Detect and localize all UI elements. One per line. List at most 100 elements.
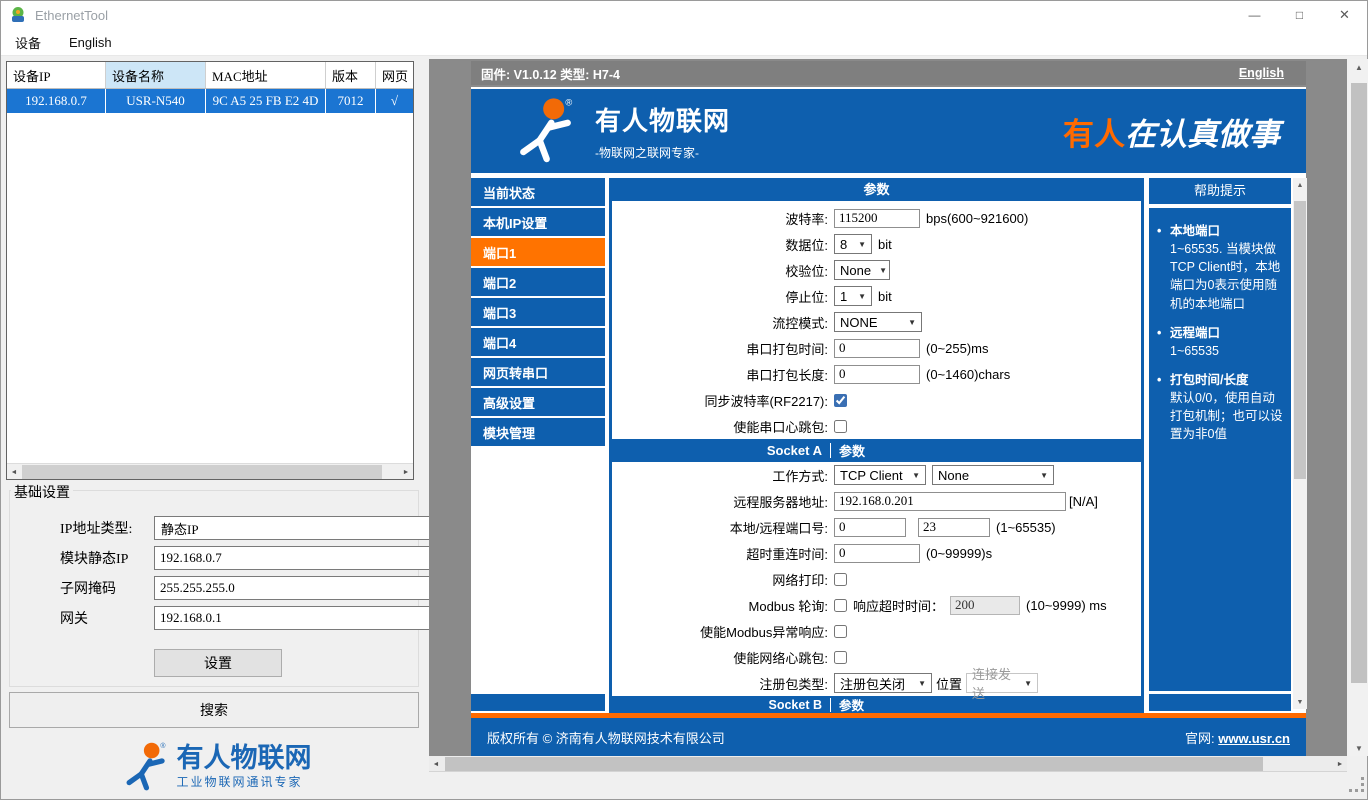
nav-item-port3[interactable]: 端口3 [471, 298, 605, 326]
sync-baud-row: 同步波特率(RF2217): [612, 387, 1141, 413]
modbus-poll-label: Modbus 轮询: [612, 596, 828, 615]
modbus-poll-checkbox[interactable] [834, 599, 847, 612]
scroll-up-icon[interactable]: ▲ [1293, 178, 1307, 192]
nav-item-advanced[interactable]: 高级设置 [471, 388, 605, 416]
banner-subtitle: -物联网之联网专家- [595, 144, 730, 161]
sync-baud-checkbox[interactable] [834, 394, 847, 407]
pack-length-hint: (0~1460)chars [926, 367, 1010, 382]
nav-item-port2[interactable]: 端口2 [471, 268, 605, 296]
minimize-button[interactable]: — [1232, 1, 1277, 29]
site-link[interactable]: www.usr.cn [1218, 731, 1290, 746]
modbus-timeout-label: 响应超时时间： [853, 596, 944, 615]
parity-label: 校验位: [612, 261, 828, 280]
gateway-label: 网关 [60, 608, 88, 628]
col-header-device-ip[interactable]: 设备IP [7, 62, 106, 88]
resize-grip[interactable] [1351, 779, 1367, 795]
reconnect-input[interactable] [834, 544, 920, 563]
device-table-header: 设备IP 设备名称 MAC地址 版本 网页 [7, 62, 413, 89]
pack-time-input[interactable] [834, 339, 920, 358]
maximize-button[interactable]: □ [1277, 1, 1322, 29]
app-window: EthernetTool — □ ✕ 设备 English 设备IP 设备名称 … [0, 0, 1368, 800]
pack-length-input[interactable] [834, 365, 920, 384]
search-button[interactable]: 搜索 [9, 692, 419, 728]
net-print-checkbox[interactable] [834, 573, 847, 586]
cell-mac: 9C A5 25 FB E2 4D [206, 89, 326, 113]
scroll-down-icon[interactable]: ▼ [1349, 740, 1368, 756]
help-item-title: 打包时间/长度 [1170, 371, 1285, 389]
serial-heartbeat-checkbox[interactable] [834, 420, 847, 433]
scroll-left-icon[interactable]: ◄ [429, 756, 443, 772]
modbus-exception-label: 使能Modbus异常响应: [612, 622, 828, 641]
page-content: ® 有人物联网 -物联网之联网专家- 有人在认真做事 当前状态 本机IP设置 端… [471, 87, 1306, 713]
register-pack-select[interactable]: 注册包关闭▼ [834, 673, 932, 693]
nav-item-module-admin[interactable]: 模块管理 [471, 418, 605, 446]
net-heartbeat-checkbox[interactable] [834, 651, 847, 664]
net-heartbeat-label: 使能网络心跳包: [612, 648, 828, 667]
menu-english[interactable]: English [55, 29, 126, 55]
slogan-orange: 有人 [1063, 117, 1125, 152]
window-controls: — □ ✕ [1232, 1, 1367, 29]
modbus-timeout-input[interactable] [950, 596, 1020, 615]
pack-time-hint: (0~255)ms [926, 341, 989, 356]
usr-logo-text: 有人物联网 工业物联网通讯专家 [177, 744, 312, 789]
language-link[interactable]: English [1239, 66, 1284, 80]
menu-device[interactable]: 设备 [1, 29, 55, 55]
flow-control-select[interactable]: NONE▼ [834, 312, 922, 332]
nav-item-port4[interactable]: 端口4 [471, 328, 605, 356]
baud-rate-label: 波特率: [612, 209, 828, 228]
nav-item-local-ip[interactable]: 本机IP设置 [471, 208, 605, 236]
col-header-device-name[interactable]: 设备名称 [106, 62, 206, 88]
work-mode-secondary-select[interactable]: None▼ [932, 465, 1054, 485]
stop-bits-label: 停止位: [612, 287, 828, 306]
firmware-info: 固件: V1.0.12 类型: H7-4 [481, 64, 620, 83]
scroll-right-icon[interactable]: ► [399, 464, 413, 480]
scroll-down-icon[interactable]: ▼ [1293, 695, 1307, 709]
web-link-icon[interactable]: √ [376, 89, 413, 113]
dropdown-arrow-icon: ▼ [904, 471, 920, 480]
col-header-mac[interactable]: MAC地址 [206, 62, 326, 88]
bullet-icon: • [1157, 371, 1170, 444]
scrollbar-thumb[interactable] [22, 465, 382, 479]
stop-bits-hint: bit [878, 289, 892, 304]
reconnect-label: 超时重连时间: [612, 544, 828, 563]
close-button[interactable]: ✕ [1322, 1, 1367, 29]
scrollbar-thumb[interactable] [1351, 83, 1367, 683]
usr-logo-title: 有人物联网 [177, 744, 312, 772]
work-mode-select[interactable]: TCP Client▼ [834, 465, 926, 485]
nav-item-web-to-serial[interactable]: 网页转串口 [471, 358, 605, 386]
basic-settings-title: 基础设置 [11, 482, 73, 502]
browser-vertical-scrollbar[interactable]: ▲ ▼ [1349, 59, 1368, 756]
stop-bits-select[interactable]: 1▼ [834, 286, 872, 306]
table-horizontal-scrollbar[interactable]: ◄ ► [7, 463, 413, 479]
scroll-left-icon[interactable]: ◄ [7, 464, 21, 480]
cell-version: 7012 [326, 89, 376, 113]
baud-rate-input[interactable] [834, 209, 920, 228]
scroll-right-icon[interactable]: ► [1333, 756, 1347, 772]
pack-length-row: 串口打包长度: (0~1460)chars [612, 361, 1141, 387]
data-bits-row: 数据位: 8▼ bit [612, 231, 1141, 257]
data-bits-select[interactable]: 8▼ [834, 234, 872, 254]
col-header-web[interactable]: 网页 [376, 62, 413, 88]
parity-select[interactable]: None▼ [834, 260, 890, 280]
page-vertical-scrollbar[interactable]: ▲ ▼ [1293, 178, 1307, 709]
col-header-version[interactable]: 版本 [326, 62, 376, 88]
local-port-input[interactable] [834, 518, 906, 537]
register-pack-position-select[interactable]: 连接发送▼ [966, 673, 1038, 693]
scrollbar-thumb[interactable] [445, 757, 1263, 771]
flow-control-row: 流控模式: NONE▼ [612, 309, 1141, 335]
table-row[interactable]: 192.168.0.7 USR-N540 9C A5 25 FB E2 4D 7… [7, 89, 413, 113]
nav-item-current-status[interactable]: 当前状态 [471, 178, 605, 206]
remote-port-input[interactable] [918, 518, 990, 537]
help-panel: 帮助提示 • 本地端口1~65535. 当模块做TCP Client时，本地端口… [1149, 178, 1291, 691]
scrollbar-thumb[interactable] [1294, 201, 1306, 479]
banner-text: 有人物联网 -物联网之联网专家- [595, 101, 730, 161]
set-button[interactable]: 设置 [154, 649, 282, 677]
modbus-exception-checkbox[interactable] [834, 625, 847, 638]
remote-address-input[interactable] [834, 492, 1066, 511]
browser-horizontal-scrollbar[interactable]: ◄ ► [429, 756, 1347, 772]
usr-logo: ® 有人物联网 工业物联网通讯专家 [9, 737, 419, 797]
bullet-icon: • [1157, 222, 1170, 313]
nav-item-port1[interactable]: 端口1 [471, 238, 605, 266]
help-title: 帮助提示 [1149, 178, 1291, 204]
scroll-up-icon[interactable]: ▲ [1349, 59, 1368, 75]
